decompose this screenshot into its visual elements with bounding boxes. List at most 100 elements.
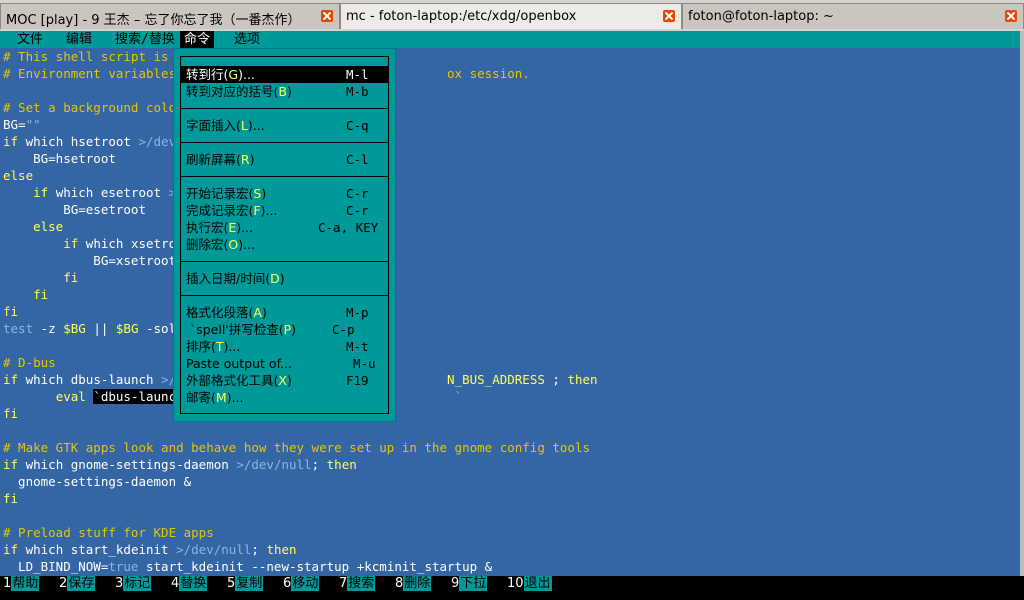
code-token: BG=xsetroot [3, 253, 177, 268]
tab-moc-player[interactable]: MOC [play] - 9 王杰 – 忘了你忘了我（一番杰作） [0, 3, 340, 29]
mcedit-menubar: 文件 编辑 搜索/替换 命令 选项 [0, 31, 1020, 48]
code-token: true [108, 559, 139, 574]
fkey-10[interactable]: 10退出 [507, 576, 552, 592]
menu-item-shortcut: M-t [346, 339, 369, 354]
code-token: which dbus-launch [18, 372, 162, 387]
menu-item-label: 插入日期/时间(D) [186, 271, 285, 286]
code-token: # Make GTK apps look and behave how they… [3, 440, 590, 455]
menu-item-shortcut: C-r [346, 186, 369, 201]
menu-item-shortcut: F19 [346, 373, 369, 388]
fkey-7[interactable]: 7搜索 [339, 576, 376, 592]
code-token: if [3, 134, 19, 149]
code-line: # Make GTK apps look and behave how they… [3, 439, 598, 456]
menu-file[interactable]: 文件 [13, 31, 47, 48]
vertical-scrollbar[interactable] [1020, 31, 1024, 576]
fkey-3[interactable]: 3标记 [115, 576, 152, 592]
code-token: fi [3, 304, 19, 319]
fkey-8[interactable]: 8删除 [395, 576, 432, 592]
code-token: $BG [63, 321, 86, 336]
menu-separator [180, 108, 389, 109]
menu-item-shortcut: C-p [332, 322, 355, 337]
menu-item-label: 刷新屏幕(R) [186, 152, 255, 167]
code-token: start_kdeinit --new-startup +kcminit_sta… [138, 559, 493, 574]
menu-item[interactable]: 插入日期/时间(D) [180, 270, 389, 287]
terminal-tab-bar: MOC [play] - 9 王杰 – 忘了你忘了我（一番杰作） mc - fo… [0, 0, 1024, 32]
menu-item[interactable]: 删除宏(O)... [180, 236, 389, 253]
close-icon[interactable] [321, 10, 333, 22]
menu-item[interactable]: 执行宏(E)... C-a, KEY [180, 219, 389, 236]
terminal-content[interactable]: 文件 编辑 搜索/替换 命令 选项 # This shell script is… [0, 31, 1024, 576]
code-token: else [3, 168, 34, 183]
code-token: "" [25, 117, 41, 132]
menu-item[interactable]: Paste output of... M-u [180, 355, 389, 372]
code-token: then [266, 542, 297, 557]
menu-item[interactable]: 排序(T)... M-t [180, 338, 389, 355]
menu-item-shortcut: C-l [346, 152, 369, 167]
menu-item-label: 删除宏(O)... [186, 237, 256, 252]
menu-item-shortcut: M-p [346, 305, 369, 320]
code-token: # Environment variables [3, 66, 177, 81]
menu-item-shortcut: M-u [353, 356, 376, 371]
function-key-bar: 1帮助 2保存 3标记 4替换 5复制 6移动 7搜索 8删除 9下拉 10退出 [0, 576, 1024, 600]
fkey-4[interactable]: 4替换 [171, 576, 208, 592]
code-token: BG=hsetroot [3, 151, 116, 166]
tab-shell[interactable]: foton@foton-laptop: ~ [682, 3, 1024, 29]
menu-item[interactable]: 字面插入(L)... C-q [180, 117, 389, 134]
code-token: which esetroot [48, 185, 169, 200]
fkey-6[interactable]: 6移动 [283, 576, 320, 592]
menu-options[interactable]: 选项 [230, 31, 264, 48]
fkey-number: 10 [507, 576, 524, 591]
code-token: if [3, 542, 19, 557]
code-token: if [63, 236, 79, 251]
code-token: fi [63, 270, 79, 285]
code-token: eval [55, 389, 86, 404]
fkey-label: 替换 [179, 576, 208, 591]
menu-item[interactable]: 转到对应的括号(B) M-b [180, 83, 389, 100]
code-token: LD_BIND_NOW= [3, 559, 109, 574]
menu-item-shortcut: C-a, KEY [318, 220, 379, 235]
tab-mc[interactable]: mc - foton-laptop:/etc/xdg/openbox [340, 3, 682, 29]
tab-title: mc - foton-laptop:/etc/xdg/openbox [346, 9, 577, 24]
close-icon[interactable] [1005, 10, 1017, 22]
code-token: ` [454, 389, 463, 404]
code-line: fi [3, 490, 598, 507]
code-token: N_BUS_ADDRESS [447, 372, 545, 387]
code-token: fi [3, 491, 19, 506]
menu-item-shortcut: C-r [346, 203, 369, 218]
menu-item[interactable]: 格式化段落(A) M-p [180, 304, 389, 321]
menu-item[interactable]: 转到行(G)... M-l [180, 66, 389, 83]
fkey-5[interactable]: 5复制 [227, 576, 264, 592]
menu-search-replace[interactable]: 搜索/替换 [111, 31, 179, 48]
close-icon[interactable] [663, 10, 675, 22]
fkey-label: 下拉 [459, 576, 488, 591]
code-token: fi [3, 406, 19, 421]
code-token: BG=esetroot [3, 202, 146, 217]
menu-item[interactable]: 外部格式化工具(X) F19 [180, 372, 389, 389]
menu-command[interactable]: 命令 [180, 31, 215, 48]
menu-item[interactable]: 刷新屏幕(R) C-l [180, 151, 389, 168]
menu-item-label: 开始记录宏(S) [186, 186, 267, 201]
code-token: `dbus-launch [93, 389, 184, 404]
fkey-label: 复制 [235, 576, 264, 591]
fkey-label: 移动 [291, 576, 320, 591]
code-token: ; [311, 457, 327, 472]
fkey-2[interactable]: 2保存 [59, 576, 96, 592]
code-token: BG= [3, 117, 26, 132]
menu-edit[interactable]: 编辑 [62, 31, 96, 48]
code-line: gnome-settings-daemon & [3, 473, 598, 490]
menu-item-shortcut: M-b [346, 84, 369, 99]
menu-item[interactable]: 邮寄(M)... [180, 389, 389, 406]
menu-item[interactable]: 完成记录宏(F)... C-r [180, 202, 389, 219]
fkey-1[interactable]: 1帮助 [3, 576, 40, 592]
fkey-label: 删除 [403, 576, 432, 591]
code-token: -z [33, 321, 64, 336]
menu-item-label: 排序(T)... [186, 339, 241, 354]
menu-item[interactable]: 开始记录宏(S) C-r [180, 185, 389, 202]
menu-separator [180, 295, 389, 296]
fkey-9[interactable]: 9下拉 [451, 576, 488, 592]
tab-title: MOC [play] - 9 王杰 – 忘了你忘了我（一番杰作） [6, 13, 301, 28]
menu-item[interactable]: `spell'拼写检查(P) C-p [180, 321, 389, 338]
code-token: if [3, 372, 19, 387]
code-line: if which start_kdeinit >/dev/null; then [3, 541, 598, 558]
